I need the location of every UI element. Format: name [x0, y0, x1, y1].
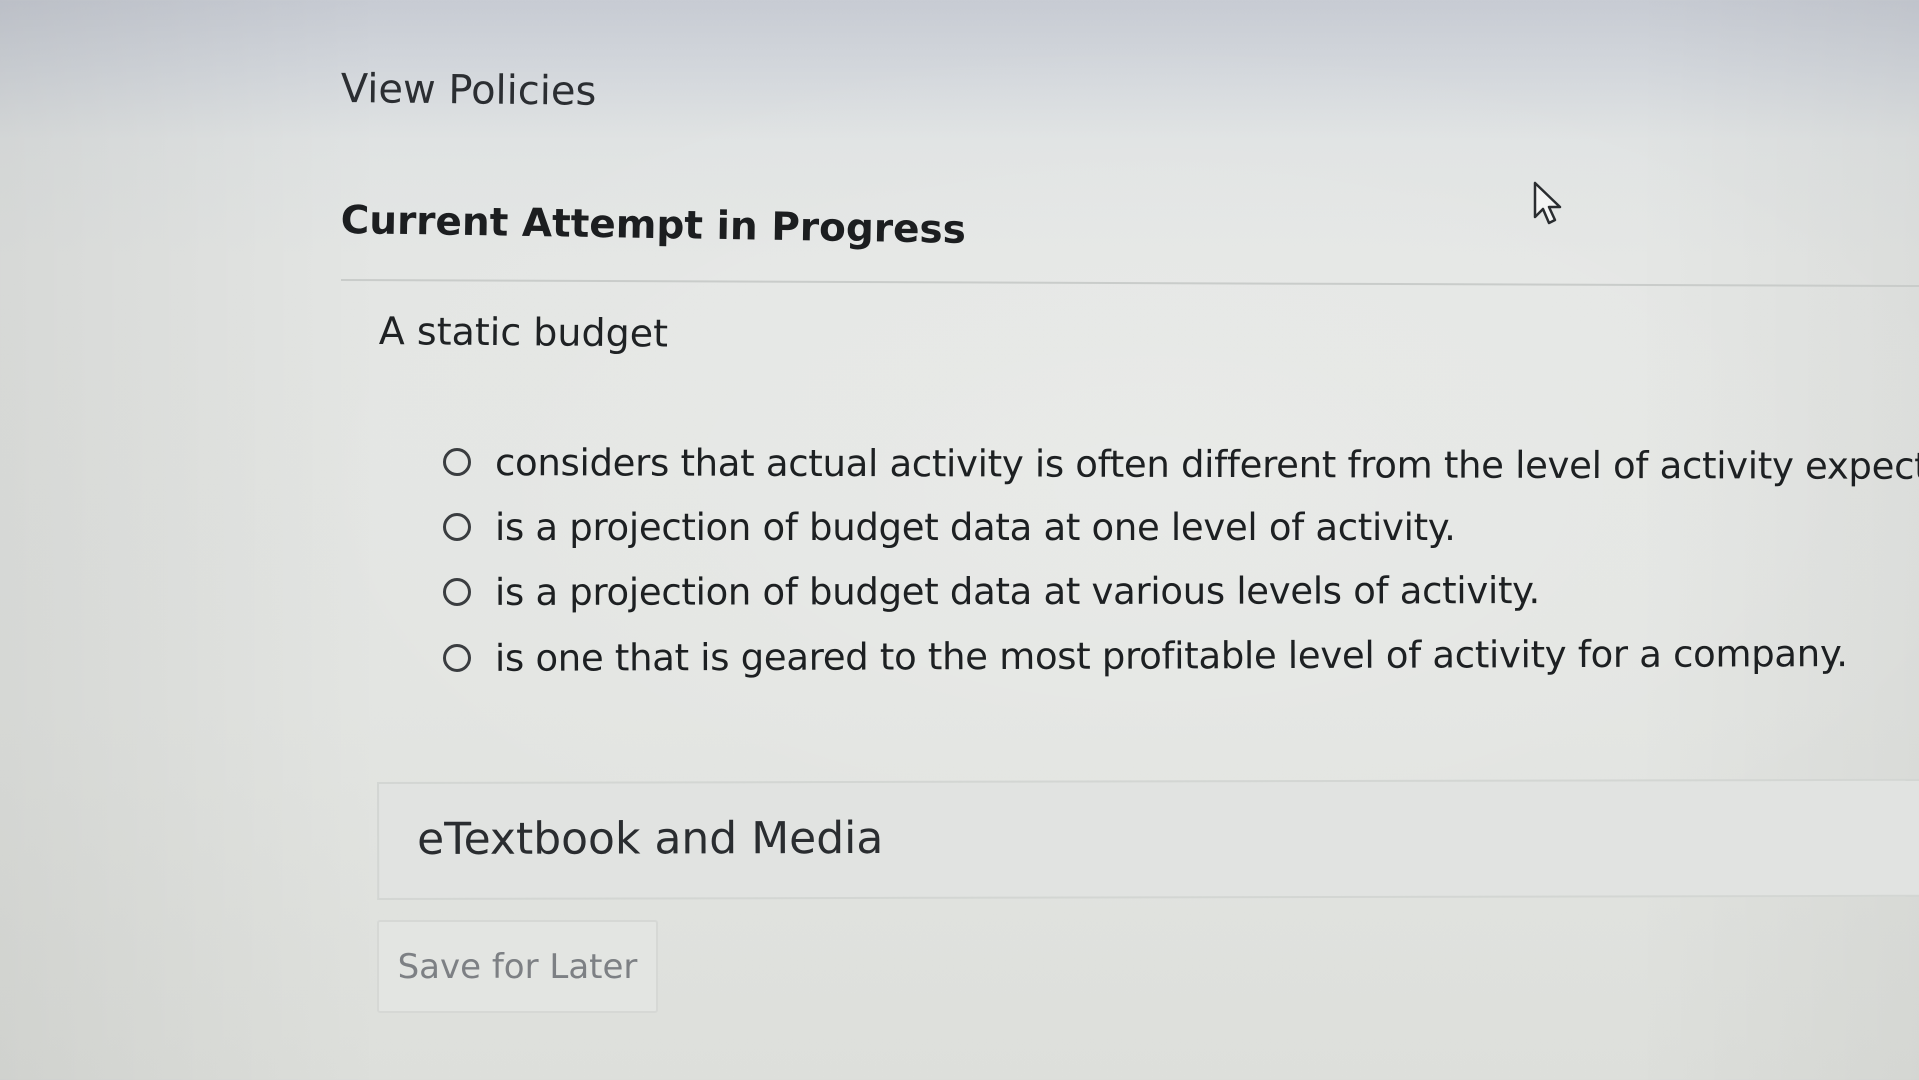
answer-option-2[interactable]: is a projection of budget data at one le…	[443, 502, 1456, 552]
answer-option-label: is a projection of budget data at variou…	[494, 568, 1540, 614]
radio-unchecked-icon[interactable]	[442, 643, 472, 672]
attempt-title: Current Attempt in Progress	[340, 198, 967, 253]
radio-unchecked-icon[interactable]	[443, 513, 471, 541]
answer-option-label: is one that is geared to the most profit…	[494, 631, 1848, 680]
answer-option-1[interactable]: considers that actual activity is often …	[442, 437, 1919, 491]
question-prompt: A static budget	[378, 309, 669, 356]
section-divider	[340, 279, 1919, 288]
etextbook-media-label: eTextbook and Media	[417, 812, 884, 865]
view-policies-link[interactable]: View Policies	[341, 66, 597, 115]
save-for-later-label: Save for Later	[397, 946, 638, 987]
answer-option-4[interactable]: is one that is geared to the most profit…	[442, 628, 1848, 683]
answer-option-label: considers that actual activity is often …	[494, 440, 1919, 488]
save-for-later-button[interactable]: Save for Later	[377, 920, 658, 1013]
mouse-pointer-icon	[1533, 181, 1562, 225]
radio-unchecked-icon[interactable]	[442, 577, 472, 606]
answer-option-3[interactable]: is a projection of budget data at variou…	[442, 565, 1540, 617]
radio-unchecked-icon[interactable]	[442, 448, 472, 477]
answer-option-label: is a projection of budget data at one le…	[495, 505, 1456, 549]
etextbook-media-panel[interactable]: eTextbook and Media	[377, 778, 1919, 900]
